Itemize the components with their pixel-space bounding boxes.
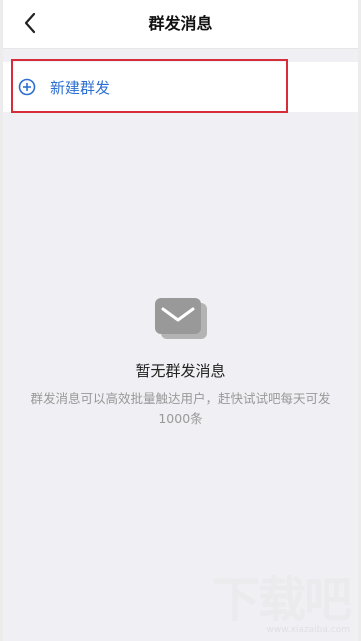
empty-title: 暂无群发消息 [135, 362, 226, 380]
empty-state: 暂无群发消息 群发消息可以高效批量触达用户，赶快试试吧每天可发1000条 [3, 296, 358, 429]
new-broadcast-button[interactable]: 新建群发 [3, 62, 358, 112]
page-title: 群发消息 [148, 14, 213, 33]
back-button[interactable] [17, 12, 43, 38]
chevron-left-icon [23, 12, 37, 38]
app-screen: 群发消息 新建群发 暂无群发消息 群发消息可以高效批量触达用户，赶快试试吧每天可… [0, 0, 361, 641]
empty-description: 群发消息可以高效批量触达用户，赶快试试吧每天可发1000条 [30, 391, 331, 426]
new-broadcast-label: 新建群发 [50, 78, 111, 97]
watermark-text: 下载吧 [211, 572, 352, 628]
watermark: 下载吧 www.xiazaiba.com [211, 572, 352, 635]
header-bar: 群发消息 [3, 0, 358, 49]
plus-circle-icon [18, 78, 36, 96]
mail-icon [153, 296, 209, 342]
